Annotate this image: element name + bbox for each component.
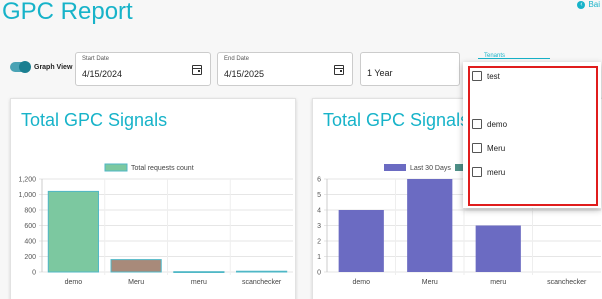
graph-view-toggle[interactable] bbox=[10, 61, 31, 73]
x-tick-label: demo bbox=[65, 279, 83, 286]
legend-label: Last 30 Days bbox=[410, 165, 451, 172]
bar bbox=[338, 210, 384, 272]
tenant-option-demo[interactable]: demo bbox=[472, 119, 507, 129]
tenant-option-meru[interactable]: meru bbox=[472, 167, 505, 177]
y-tick-label: 1,000 bbox=[18, 192, 36, 199]
graph-view-toggle-group: Graph View bbox=[10, 61, 73, 73]
range-value: 1 Year bbox=[367, 68, 393, 78]
y-tick-label: 400 bbox=[24, 239, 36, 246]
legend-swatch bbox=[384, 164, 406, 171]
page-title: GPC Report bbox=[2, 0, 133, 25]
tenants-label: Tenants bbox=[484, 53, 506, 59]
x-tick-label: demo bbox=[352, 279, 370, 286]
chart-total-requests: 0 200 400 600 800 1,000 1,200 demo Meru meru scanc… bbox=[18, 163, 293, 286]
x-tick-label: Meru bbox=[422, 279, 438, 286]
bar bbox=[407, 179, 453, 272]
bar bbox=[475, 225, 521, 272]
bar bbox=[236, 270, 288, 273]
page: GPC Report ‹ Bai Graph View Start Date 4… bbox=[0, 0, 602, 299]
y-tick-label: 2 bbox=[317, 239, 321, 246]
tenant-option-test[interactable]: test bbox=[472, 71, 500, 81]
start-date-field[interactable]: Start Date 4/15/2024 bbox=[75, 52, 211, 86]
y-tick-label: 3 bbox=[317, 223, 321, 230]
chart-card-total: Total GPC Signals 0 200 400 600 800 1,000 1,20… bbox=[10, 98, 296, 299]
bar bbox=[173, 271, 225, 273]
end-date-field[interactable]: End Date 4/15/2025 bbox=[217, 52, 353, 86]
y-tick-label: 800 bbox=[24, 208, 36, 215]
tenant-option-label: Meru bbox=[487, 143, 506, 153]
x-tick-label: Meru bbox=[128, 279, 144, 286]
bar bbox=[47, 190, 99, 273]
calendar-icon[interactable] bbox=[334, 65, 344, 75]
checkbox[interactable] bbox=[472, 167, 482, 177]
end-date-value: 4/15/2025 bbox=[224, 69, 265, 79]
back-arrow-icon: ‹ bbox=[577, 0, 586, 9]
tenant-option-label: test bbox=[487, 71, 500, 81]
y-tick-label: 200 bbox=[24, 254, 36, 261]
start-date-label: Start Date bbox=[82, 56, 110, 62]
x-tick-label: meru bbox=[191, 279, 207, 286]
y-tick-label: 4 bbox=[317, 208, 321, 215]
y-tick-label: 1 bbox=[317, 254, 321, 261]
calendar-icon[interactable] bbox=[192, 65, 202, 75]
y-tick-label: 1,200 bbox=[18, 177, 36, 184]
bar bbox=[110, 259, 162, 273]
y-tick-label: 0 bbox=[32, 270, 36, 277]
checkbox[interactable] bbox=[472, 143, 482, 153]
x-tick-label: meru bbox=[490, 279, 506, 286]
tenant-option-label: meru bbox=[487, 167, 506, 177]
graph-view-label: Graph View bbox=[34, 63, 73, 71]
checkbox[interactable] bbox=[472, 71, 482, 81]
end-date-label: End Date bbox=[224, 56, 250, 62]
back-button[interactable]: ‹ Bai bbox=[577, 0, 600, 9]
x-tick-label: scanchecker bbox=[242, 279, 282, 286]
toggle-knob bbox=[19, 61, 31, 73]
y-tick-label: 600 bbox=[24, 223, 36, 230]
range-select[interactable]: 1 Year bbox=[360, 52, 460, 86]
y-tick-label: 5 bbox=[317, 192, 321, 199]
start-date-value: 4/15/2024 bbox=[82, 69, 123, 79]
x-tick-label: scanchecker bbox=[547, 279, 587, 286]
back-label: Bai bbox=[588, 0, 600, 9]
tenant-option-Meru[interactable]: Meru bbox=[472, 143, 505, 153]
highlight-box bbox=[468, 66, 598, 206]
y-tick-label: 0 bbox=[317, 270, 321, 277]
checkbox[interactable] bbox=[472, 119, 482, 129]
legend-swatch bbox=[104, 163, 128, 172]
legend-label: Total requests count bbox=[131, 165, 194, 172]
tenant-option-label: demo bbox=[487, 119, 508, 129]
y-tick-label: 6 bbox=[317, 177, 321, 184]
